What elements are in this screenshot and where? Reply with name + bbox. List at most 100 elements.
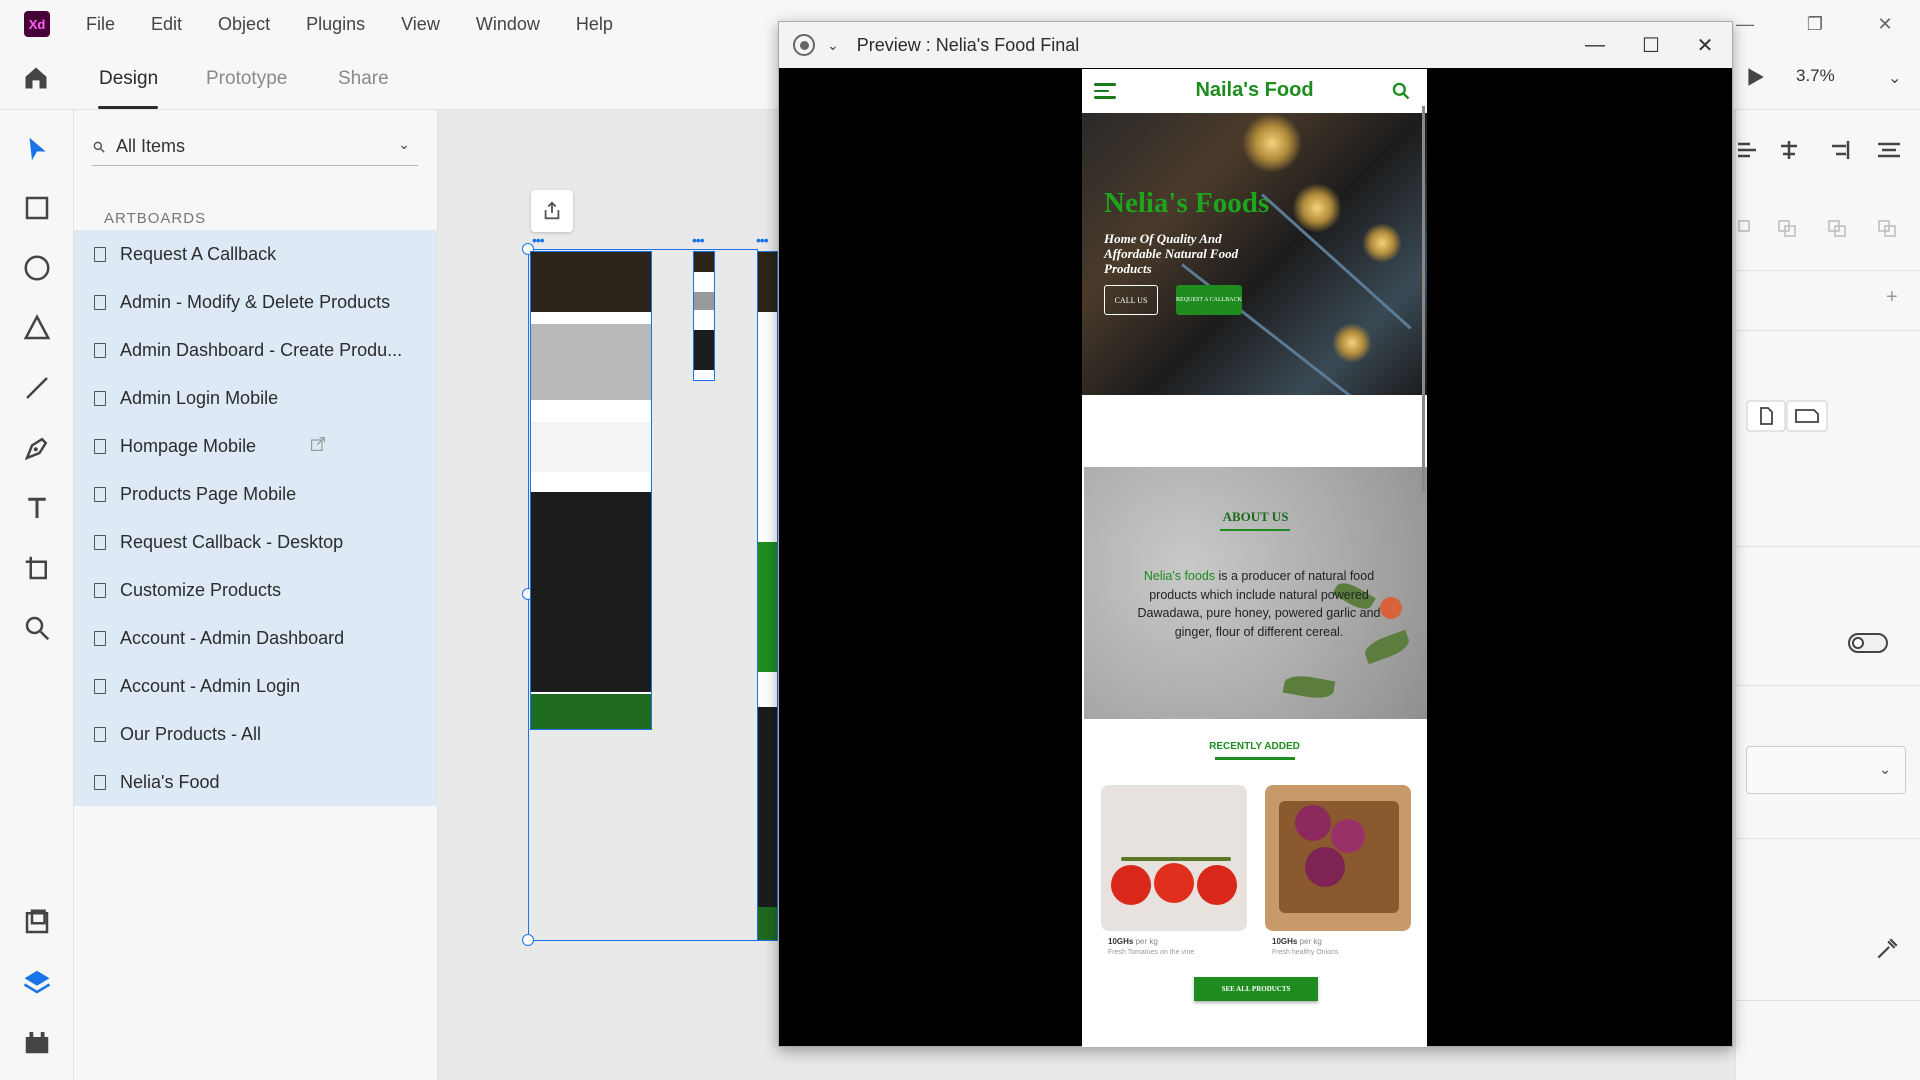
tab-design[interactable]: Design: [99, 68, 158, 90]
align-left-icon[interactable]: [1736, 140, 1762, 160]
artboard-icon: [94, 534, 106, 550]
artboard-thumbnail-partial[interactable]: [757, 251, 778, 941]
menu-view[interactable]: View: [401, 14, 440, 35]
menu-object[interactable]: Object: [218, 14, 270, 35]
hero-lamp: [1242, 113, 1302, 173]
product-price: 10GHs per kg: [1108, 937, 1158, 946]
artboard-item[interactable]: Admin - Modify & Delete Products: [74, 278, 438, 326]
chevron-down-icon[interactable]: ⌄: [827, 37, 839, 54]
artboard-item[interactable]: Customize Products: [74, 566, 438, 614]
layers-filter[interactable]: All Items ⌄: [92, 128, 418, 166]
restore-icon[interactable]: ❐: [1780, 0, 1850, 48]
align-center-icon[interactable]: [1776, 140, 1802, 160]
tomato-shape: [1154, 863, 1194, 903]
artboard-item[interactable]: Request Callback - Desktop: [74, 518, 438, 566]
minimize-icon[interactable]: —: [1567, 22, 1623, 68]
play-icon[interactable]: [1744, 66, 1766, 88]
line-tool-icon[interactable]: [22, 373, 52, 403]
add-icon[interactable]: +: [1886, 286, 1898, 309]
chevron-down-icon[interactable]: ⌄: [1888, 68, 1901, 88]
hero-lamp: [1332, 323, 1372, 363]
artboard-item[interactable]: Our Products - All: [74, 710, 438, 758]
call-us-button[interactable]: CALL US: [1104, 285, 1158, 315]
landscape-orientation-icon[interactable]: [1786, 400, 1828, 432]
menu-edit[interactable]: Edit: [151, 14, 182, 35]
eyedropper-icon[interactable]: [1874, 936, 1900, 962]
site-navbar: Naila's Food: [1082, 69, 1427, 113]
artboard-label: Admin - Modify & Delete Products: [120, 291, 391, 312]
about-text: Nelia's foods is a producer of natural f…: [1134, 567, 1384, 641]
artboard-thumbnail-desktop[interactable]: [530, 251, 652, 730]
layers-icon[interactable]: [22, 967, 52, 997]
site-brand: Naila's Food: [1195, 79, 1314, 101]
artboard-thumbnail-mobile[interactable]: [693, 251, 715, 381]
mobile-page-preview[interactable]: Naila's Food Nelia's Foods Home Of Quali…: [1082, 69, 1427, 1047]
artboard-item[interactable]: Hompage Mobile: [74, 422, 438, 470]
menu-window[interactable]: Window: [476, 14, 540, 35]
artboard-item[interactable]: Nelia's Food: [74, 758, 438, 806]
zoom-level[interactable]: 3.7%: [1796, 66, 1835, 86]
artboard-item[interactable]: Admin Login Mobile: [74, 374, 438, 422]
search-icon[interactable]: [1391, 81, 1411, 101]
product-description: Fresh Tomatoes on the vine: [1108, 949, 1195, 956]
request-callback-button[interactable]: REQUEST A CALLBACK: [1176, 285, 1242, 315]
rectangle-tool-icon[interactable]: [22, 193, 52, 223]
distribute-icon[interactable]: [1876, 140, 1902, 160]
preview-scrollbar[interactable]: [1422, 106, 1425, 491]
artboard-handle-dots[interactable]: •••: [532, 232, 545, 248]
plugins-icon[interactable]: [22, 1027, 52, 1057]
price-unit: per kg: [1135, 937, 1158, 946]
share-artboard-button[interactable]: [531, 190, 573, 232]
zoom-tool-icon[interactable]: [22, 613, 52, 643]
artboard-icon: [94, 390, 106, 406]
pen-tool-icon[interactable]: [22, 433, 52, 463]
menu-help[interactable]: Help: [576, 14, 613, 35]
property-dropdown[interactable]: ⌄: [1746, 746, 1906, 794]
artboard-item[interactable]: Account - Admin Login: [74, 662, 438, 710]
chevron-down-icon[interactable]: ⌄: [398, 136, 410, 153]
artboard-icon: [94, 342, 106, 358]
tab-prototype[interactable]: Prototype: [206, 68, 287, 90]
polygon-tool-icon[interactable]: [22, 313, 52, 343]
tomato-shape: [1111, 865, 1151, 905]
assets-icon[interactable]: [22, 907, 52, 937]
resize-handle[interactable]: [522, 934, 534, 946]
toggle-switch[interactable]: [1848, 633, 1888, 653]
product-price: 10GHs per kg: [1272, 937, 1322, 946]
product-image-tomatoes[interactable]: [1101, 785, 1247, 931]
align-right-icon[interactable]: [1826, 140, 1852, 160]
artboard-label: Our Products - All: [120, 723, 262, 744]
artboard-item[interactable]: Products Page Mobile: [74, 470, 438, 518]
close-icon[interactable]: ✕: [1850, 0, 1920, 48]
artboard-tool-icon[interactable]: [22, 553, 52, 583]
artboard-label: Request A Callback: [120, 243, 277, 264]
hero-lamp: [1362, 223, 1402, 263]
artboard-item[interactable]: Request A Callback: [74, 230, 438, 278]
artboard-item[interactable]: Admin Dashboard - Create Produ...: [74, 326, 438, 374]
maximize-icon[interactable]: ☐: [1623, 22, 1679, 68]
close-icon[interactable]: ✕: [1677, 22, 1733, 68]
see-all-products-button[interactable]: SEE ALL PRODUCTS: [1194, 977, 1318, 1001]
boolean-add-icon[interactable]: [1736, 218, 1762, 238]
record-icon[interactable]: [793, 34, 815, 56]
artboard-handle-dots[interactable]: •••: [692, 232, 705, 248]
ellipse-tool-icon[interactable]: [22, 253, 52, 283]
artboard-icon: [94, 630, 106, 646]
external-link-icon[interactable]: [310, 436, 326, 452]
select-tool-icon[interactable]: [22, 134, 52, 164]
artboard-list: Request A Callback Admin - Modify & Dele…: [74, 230, 438, 806]
boolean-exclude-icon[interactable]: [1876, 218, 1902, 238]
divider: [1736, 685, 1920, 686]
menu-plugins[interactable]: Plugins: [306, 14, 365, 35]
tab-share[interactable]: Share: [338, 68, 389, 90]
boolean-subtract-icon[interactable]: [1776, 218, 1802, 238]
artboard-handle-dots[interactable]: •••: [756, 232, 769, 248]
boolean-intersect-icon[interactable]: [1826, 218, 1852, 238]
menu-file[interactable]: File: [86, 14, 115, 35]
product-image-onions[interactable]: [1265, 785, 1411, 931]
artboard-label: Products Page Mobile: [120, 483, 297, 504]
portrait-orientation-icon[interactable]: [1746, 400, 1786, 432]
artboard-item[interactable]: Account - Admin Dashboard: [74, 614, 438, 662]
text-tool-icon[interactable]: [22, 493, 52, 523]
home-icon[interactable]: [22, 64, 50, 92]
